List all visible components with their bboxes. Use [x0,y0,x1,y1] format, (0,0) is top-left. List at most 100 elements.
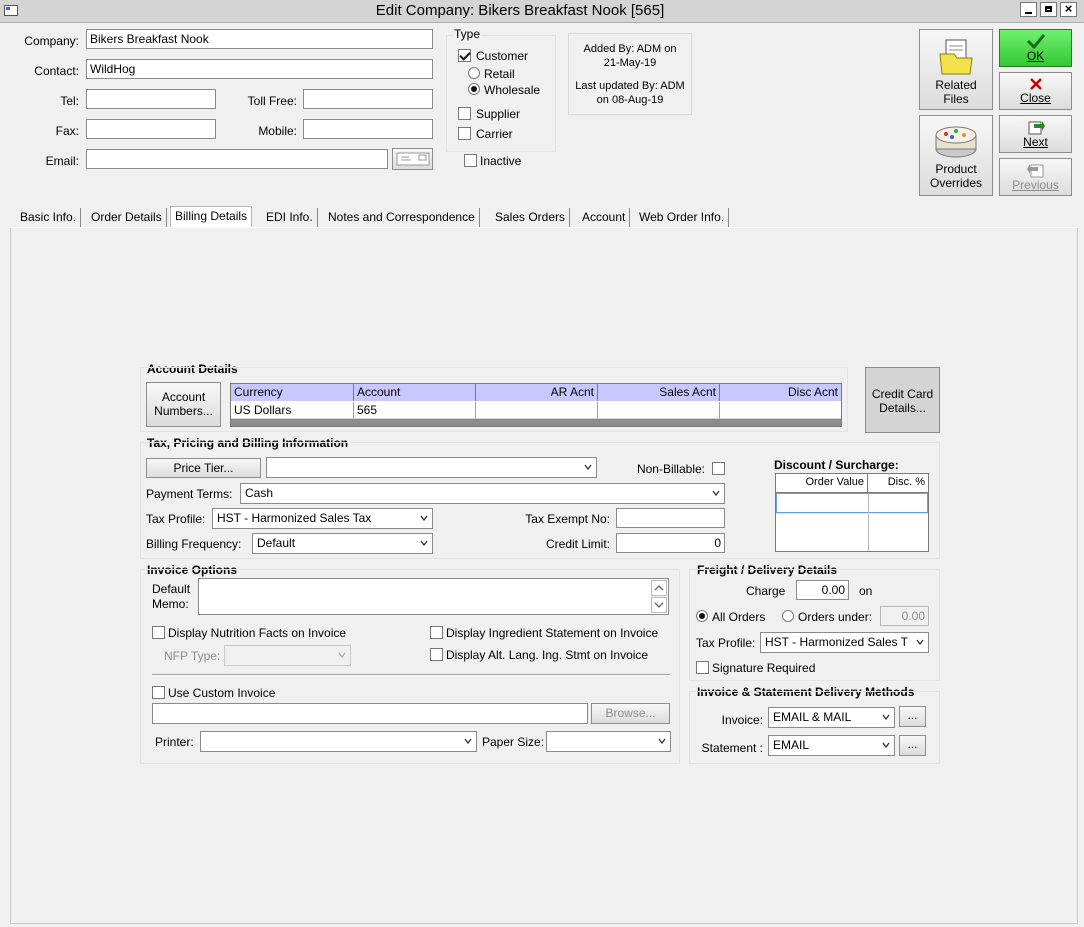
scroll-up-icon[interactable] [651,580,667,596]
chevron-down-icon [420,515,428,522]
discount-col-divider [868,493,869,551]
customer-label: Customer [476,49,529,63]
tab-web-order-info[interactable]: Web Order Info. [635,208,730,227]
grid-header-sales-acnt[interactable]: Sales Acnt [598,384,720,401]
wholesale-radio[interactable] [468,83,480,95]
billing-frequency-select[interactable]: Default [252,533,433,554]
minimize-button[interactable] [1020,2,1037,17]
grid-cell-ar-acnt[interactable] [476,402,598,419]
related-files-button[interactable]: Related Files [919,29,993,110]
maximize-button[interactable] [1040,2,1057,17]
payment-terms-value: Cash [245,486,274,500]
charge-input[interactable]: 0.00 [796,580,849,600]
added-date: 21-May-19 [603,57,657,69]
customer-checkbox[interactable] [458,49,471,62]
supplier-label: Supplier [476,107,521,121]
price-tier-button[interactable]: Price Tier... [146,458,261,478]
credit-card-line1: Credit Card [871,387,934,401]
account-grid: Currency Account AR Acnt Sales Acnt Disc… [230,383,842,427]
orders-under-radio[interactable] [782,610,794,622]
tab-order-details[interactable]: Order Details [87,208,167,227]
discount-row-active[interactable] [776,493,928,513]
freight-tax-profile-select[interactable]: HST - Harmonized Sales T [760,632,929,653]
custom-invoice-checkbox[interactable] [152,686,165,699]
mobile-input[interactable] [303,119,433,139]
next-button[interactable]: Next [999,115,1072,153]
alt-lang-checkbox[interactable] [430,648,443,661]
tax-exempt-input[interactable] [616,508,725,528]
scroll-down-icon[interactable] [651,597,667,613]
next-icon [1028,121,1045,135]
tab-edi-info[interactable]: EDI Info. [262,208,318,227]
account-numbers-line2: Numbers... [154,404,213,418]
tax-profile-select[interactable]: HST - Harmonized Sales Tax [212,508,433,529]
grid-cell-sales-acnt[interactable] [598,402,720,419]
tab-notes[interactable]: Notes and Correspondence [324,208,480,227]
memo-scrollbar[interactable] [651,580,667,613]
discount-header-disc-pct[interactable]: Disc. % [868,474,928,493]
email-compose-button[interactable] [392,148,433,170]
statement-delivery-select[interactable]: EMAIL [768,735,895,756]
email-input[interactable] [86,149,388,169]
credit-limit-input[interactable]: 0 [616,533,725,553]
tab-sales-orders[interactable]: Sales Orders [491,208,571,227]
custom-invoice-path-input[interactable] [152,703,588,724]
grid-cell-account[interactable]: 565 [354,402,476,419]
grid-header-ar-acnt[interactable]: AR Acnt [476,384,598,401]
account-numbers-button[interactable]: Account Numbers... [146,382,221,427]
tax-exempt-label: Tax Exempt No: [525,512,610,526]
product-overrides-button[interactable]: Product Overrides [919,115,993,196]
ok-button[interactable]: OK [999,29,1072,67]
invoice-delivery-more-button[interactable]: ... [899,706,926,727]
tab-basic-info[interactable]: Basic Info. [16,208,82,227]
statement-delivery-value: EMAIL [773,738,810,752]
retail-radio[interactable] [468,67,480,79]
billing-frequency-value: Default [257,536,296,550]
non-billable-checkbox[interactable] [712,462,725,475]
paper-size-select[interactable] [546,731,671,752]
statement-delivery-more-button[interactable]: ... [899,735,926,756]
chevron-down-icon [882,742,890,749]
discount-header-order-value[interactable]: Order Value [776,474,868,493]
grid-scrollbar[interactable] [231,419,841,426]
inactive-checkbox[interactable] [464,154,477,167]
charge-label: Charge [746,584,786,598]
contact-input[interactable]: WildHog [86,59,433,79]
grid-header-disc-acnt[interactable]: Disc Acnt [720,384,841,401]
credit-card-details-button[interactable]: Credit Card Details... [865,367,940,433]
nfp-type-select[interactable] [224,645,351,666]
default-memo-textarea[interactable] [198,578,669,615]
tab-billing-details[interactable]: Billing Details [170,206,253,228]
price-tier-select[interactable] [266,457,597,478]
tel-input[interactable] [86,89,216,109]
payment-terms-select[interactable]: Cash [240,483,725,504]
nutrition-checkbox[interactable] [152,626,165,639]
freight-tax-profile-value: HST - Harmonized Sales T [765,635,908,649]
company-input[interactable]: Bikers Breakfast Nook [86,29,433,49]
close-window-button[interactable]: × [1060,2,1077,17]
tab-account[interactable]: Account [578,208,631,227]
printer-select[interactable] [200,731,477,752]
envelope-icon [396,152,429,166]
grid-cell-disc-acnt[interactable] [720,402,841,419]
grid-cell-currency[interactable]: US Dollars [231,402,354,419]
fax-input[interactable] [86,119,216,139]
previous-button[interactable]: Previous [999,158,1072,196]
retail-label: Retail [484,67,515,81]
invoice-delivery-select[interactable]: EMAIL & MAIL [768,707,895,728]
all-orders-label: All Orders [712,610,766,624]
tax-profile-value: HST - Harmonized Sales Tax [217,511,372,525]
invoice-divider [152,674,670,676]
grid-header-account[interactable]: Account [354,384,476,401]
orders-under-input[interactable]: 0.00 [880,606,929,626]
tel-label: Tel: [60,94,79,108]
grid-header-currency[interactable]: Currency [231,384,354,401]
carrier-checkbox[interactable] [458,127,471,140]
tollfree-input[interactable] [303,89,433,109]
signature-checkbox[interactable] [696,661,709,674]
browse-button[interactable]: Browse... [591,703,670,724]
supplier-checkbox[interactable] [458,107,471,120]
all-orders-radio[interactable] [696,610,708,622]
ingredient-checkbox[interactable] [430,626,443,639]
close-button[interactable]: Close [999,72,1072,110]
